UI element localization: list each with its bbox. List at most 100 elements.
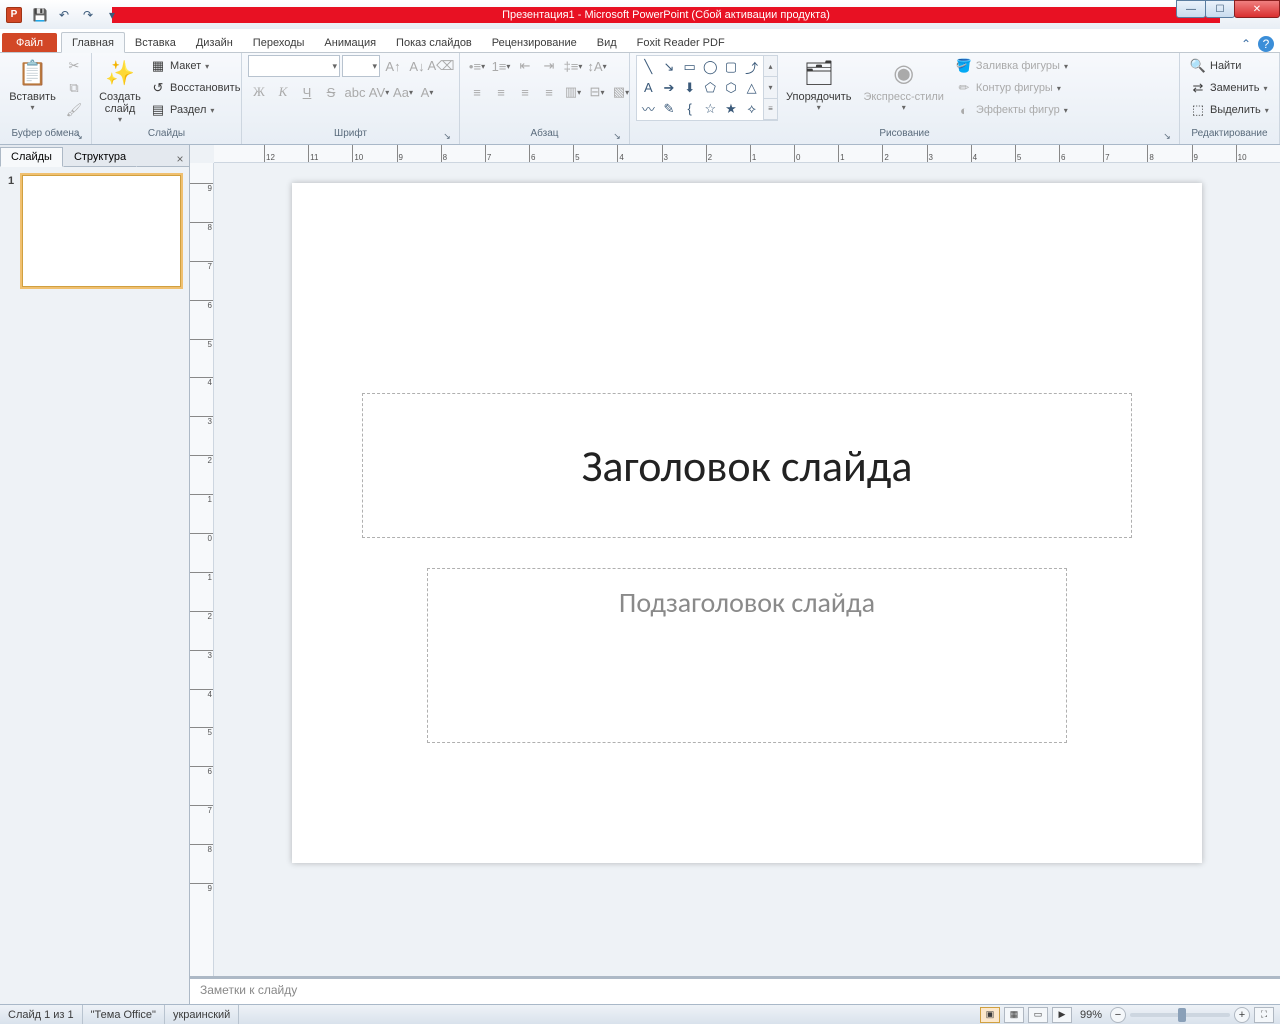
tab-review[interactable]: Рецензирование	[482, 33, 587, 52]
app-icon[interactable]: P	[6, 7, 22, 23]
shape-right-arrow-icon[interactable]: ➔	[659, 78, 680, 99]
horizontal-ruler[interactable]: 1211109876543210123456789101112	[214, 145, 1280, 163]
view-normal-icon[interactable]: ▣	[980, 1007, 1000, 1023]
shape-arrow-icon[interactable]: ↘	[659, 57, 680, 78]
slide[interactable]: Заголовок слайда Подзаголовок слайда	[292, 183, 1202, 863]
vertical-ruler[interactable]: 9876543210123456789	[190, 163, 214, 976]
align-right-icon[interactable]: ≡	[514, 81, 536, 103]
align-left-icon[interactable]: ≡	[466, 81, 488, 103]
font-family-combo[interactable]	[248, 55, 340, 77]
shape-rect-icon[interactable]: ▭	[679, 57, 700, 78]
italic-icon[interactable]: К	[272, 81, 294, 103]
tab-foxit[interactable]: Foxit Reader PDF	[627, 33, 735, 52]
notes-pane[interactable]: Заметки к слайду	[190, 976, 1280, 1004]
save-icon[interactable]: 💾	[30, 5, 50, 25]
numbering-icon[interactable]: 1≡	[490, 55, 512, 77]
grow-font-icon[interactable]: A↑	[382, 55, 404, 77]
shape-text-icon[interactable]: A	[638, 78, 659, 99]
pane-tab-slides[interactable]: Слайды	[0, 147, 63, 167]
shape-star5-icon[interactable]: ★	[721, 98, 742, 119]
view-slideshow-icon[interactable]: ▶	[1052, 1007, 1072, 1023]
shapes-down-icon[interactable]: ▾	[764, 77, 777, 98]
cut-icon[interactable]: ✂	[63, 55, 85, 77]
status-language[interactable]: украинский	[165, 1005, 239, 1024]
tab-file[interactable]: Файл	[2, 33, 57, 52]
find-button[interactable]: 🔍Найти	[1186, 55, 1273, 77]
zoom-out-icon[interactable]: −	[1110, 1007, 1126, 1023]
title-placeholder[interactable]: Заголовок слайда	[362, 393, 1132, 538]
tab-home[interactable]: Главная	[61, 32, 125, 53]
shape-line-icon[interactable]: ╲	[638, 57, 659, 78]
text-direction-icon[interactable]: ↕A	[586, 55, 608, 77]
font-launcher-icon[interactable]: ↘	[441, 131, 453, 143]
shape-curve-icon[interactable]: 〰	[638, 98, 659, 119]
bold-icon[interactable]: Ж	[248, 81, 270, 103]
ribbon-minimize-icon[interactable]: ⌃	[1238, 36, 1254, 52]
shape-tri-icon[interactable]: △	[741, 78, 762, 99]
zoom-slider[interactable]	[1130, 1013, 1230, 1017]
tab-insert[interactable]: Вставка	[125, 33, 186, 52]
zoom-in-icon[interactable]: +	[1234, 1007, 1250, 1023]
shapes-more-icon[interactable]: ≡	[764, 99, 777, 120]
align-text-icon[interactable]: ⊟	[586, 81, 608, 103]
replace-button[interactable]: ⇄Заменить	[1186, 77, 1273, 99]
copy-icon[interactable]: ⧉	[63, 77, 85, 99]
shape-star-icon[interactable]: ☆	[700, 98, 721, 119]
new-slide-button[interactable]: ✨ Создать слайд	[98, 55, 142, 126]
shapes-gallery[interactable]: ╲ ↘ ▭ ◯ ▢ ⤴ A ➔ ⬇ ⬠ ⬡ △ 〰 ✎ { ☆ ★	[636, 55, 764, 121]
change-case-icon[interactable]: Aa	[392, 81, 414, 103]
pane-close-icon[interactable]: ×	[171, 152, 189, 166]
shape-down-arrow-icon[interactable]: ⬇	[679, 78, 700, 99]
align-center-icon[interactable]: ≡	[490, 81, 512, 103]
status-slide-count[interactable]: Слайд 1 из 1	[0, 1005, 83, 1024]
reset-button[interactable]: ↺Восстановить	[146, 77, 244, 99]
clear-formatting-icon[interactable]: A⌫	[430, 55, 452, 77]
section-button[interactable]: ▤Раздел	[146, 99, 244, 121]
close-button[interactable]: ✕	[1234, 0, 1280, 18]
tab-transitions[interactable]: Переходы	[243, 33, 315, 52]
char-spacing-icon[interactable]: AV	[368, 81, 390, 103]
layout-button[interactable]: ▦Макет	[146, 55, 244, 77]
shape-effects-button[interactable]: ◐Эффекты фигур	[952, 99, 1072, 121]
shape-hex-icon[interactable]: ⬡	[721, 78, 742, 99]
strikethrough-icon[interactable]: S	[320, 81, 342, 103]
shapes-up-icon[interactable]: ▴	[764, 56, 777, 77]
quick-styles-button[interactable]: ◉ Экспресс-стили	[859, 55, 947, 114]
view-reading-icon[interactable]: ▭	[1028, 1007, 1048, 1023]
tab-design[interactable]: Дизайн	[186, 33, 243, 52]
status-theme[interactable]: "Тема Office"	[83, 1005, 165, 1024]
tab-slideshow[interactable]: Показ слайдов	[386, 33, 482, 52]
tab-view[interactable]: Вид	[587, 33, 627, 52]
justify-icon[interactable]: ≡	[538, 81, 560, 103]
increase-indent-icon[interactable]: ⇥	[538, 55, 560, 77]
shape-fill-button[interactable]: 🪣Заливка фигуры	[952, 55, 1072, 77]
help-icon[interactable]: ?	[1258, 36, 1274, 52]
shape-brace-icon[interactable]: {	[679, 98, 700, 119]
select-button[interactable]: ⬚Выделить	[1186, 99, 1273, 121]
minimize-button[interactable]: —	[1176, 0, 1206, 18]
shape-outline-button[interactable]: ✏Контур фигуры	[952, 77, 1072, 99]
shape-pentagon-icon[interactable]: ⬠	[700, 78, 721, 99]
qat-customize-icon[interactable]: ▾	[102, 5, 122, 25]
shape-connector-icon[interactable]: ⤴	[741, 57, 762, 78]
shape-free-icon[interactable]: ✎	[659, 98, 680, 119]
font-color-icon[interactable]: A	[416, 81, 438, 103]
clipboard-launcher-icon[interactable]: ↘	[73, 131, 85, 143]
view-sorter-icon[interactable]: ▦	[1004, 1007, 1024, 1023]
shape-rrect-icon[interactable]: ▢	[721, 57, 742, 78]
shadow-icon[interactable]: abc	[344, 81, 366, 103]
zoom-level[interactable]: 99%	[1080, 1009, 1102, 1021]
arrange-button[interactable]: 🗂 Упорядочить	[782, 55, 855, 114]
fit-to-window-icon[interactable]: ⛶	[1254, 1007, 1274, 1023]
maximize-button[interactable]: ☐	[1205, 0, 1235, 18]
underline-icon[interactable]: Ч	[296, 81, 318, 103]
shape-callout-icon[interactable]: ⟡	[741, 98, 762, 119]
font-size-combo[interactable]	[342, 55, 380, 77]
drawing-launcher-icon[interactable]: ↘	[1161, 131, 1173, 143]
slide-thumbnail[interactable]	[22, 175, 181, 287]
decrease-indent-icon[interactable]: ⇤	[514, 55, 536, 77]
smartart-icon[interactable]: ▧	[610, 81, 632, 103]
subtitle-placeholder[interactable]: Подзаголовок слайда	[427, 568, 1067, 743]
tab-animations[interactable]: Анимация	[314, 33, 386, 52]
slide-canvas-area[interactable]: Заголовок слайда Подзаголовок слайда	[214, 163, 1280, 976]
